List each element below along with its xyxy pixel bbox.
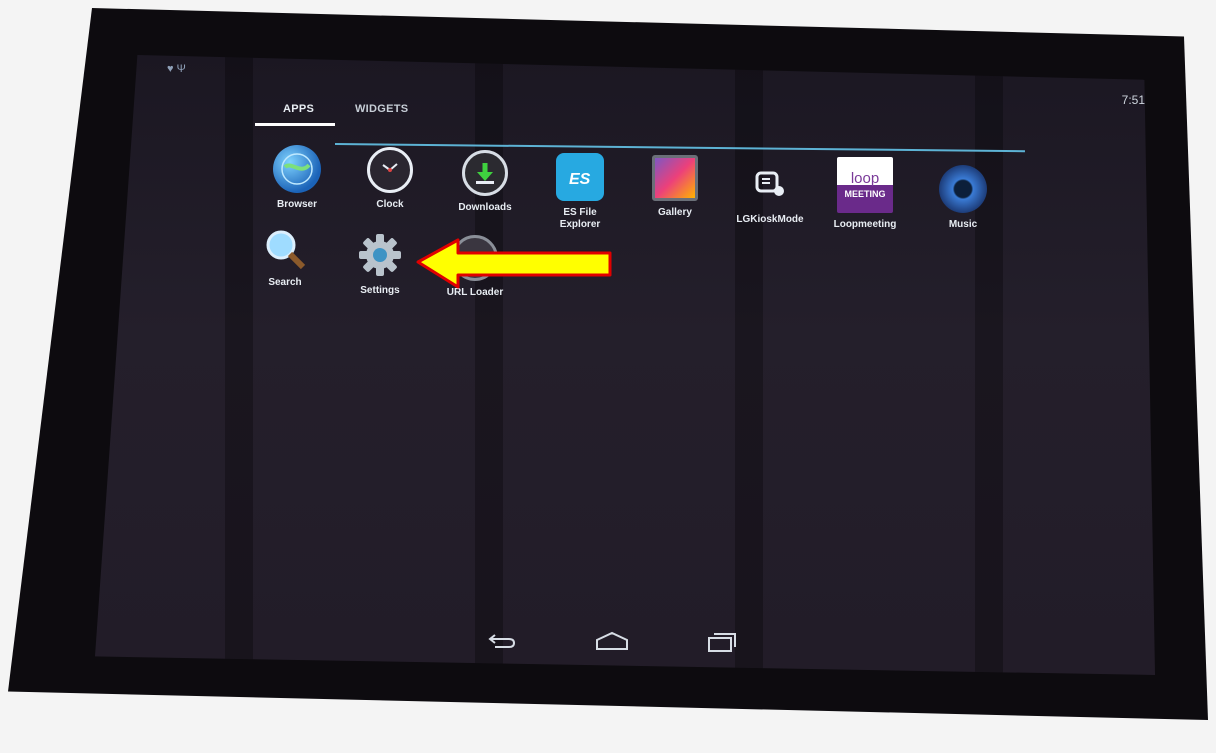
app-browser[interactable]: Browser xyxy=(252,145,342,211)
tab-divider xyxy=(334,143,1025,153)
reflection-stripe xyxy=(225,55,253,675)
app-label: Music xyxy=(948,219,978,230)
app-clock[interactable]: Clock xyxy=(345,147,435,211)
app-label: Clock xyxy=(376,199,404,210)
folder-icon: ES xyxy=(556,153,604,201)
app-downloads[interactable]: Downloads xyxy=(440,150,530,214)
app-label: Search xyxy=(268,277,302,288)
app-label: Downloads xyxy=(458,202,512,213)
recents-icon[interactable] xyxy=(707,631,737,659)
globe-icon xyxy=(273,145,321,193)
kiosk-icon xyxy=(746,160,794,208)
app-es-file-explorer[interactable]: ES ES File Explorer xyxy=(535,153,625,231)
tab-apps-indicator xyxy=(255,123,335,126)
app-loopmeeting[interactable]: loop MEETING Loopmeeting xyxy=(820,157,910,231)
app-label: ES File Explorer xyxy=(559,207,601,230)
reflection-stripe xyxy=(475,55,503,675)
app-settings[interactable]: Settings xyxy=(335,231,425,297)
app-label: LGKioskMode xyxy=(736,214,804,225)
app-label: Gallery xyxy=(658,207,692,218)
download-icon xyxy=(462,150,508,196)
tab-apps[interactable]: APPS xyxy=(283,103,314,115)
back-icon[interactable] xyxy=(487,631,517,657)
status-clock: 7:51 xyxy=(1121,93,1145,107)
annotation-arrow xyxy=(416,238,612,289)
svg-text:ES: ES xyxy=(569,171,591,188)
app-label: Settings xyxy=(360,285,400,296)
tab-widgets[interactable]: WIDGETS xyxy=(355,103,408,115)
app-label: Browser xyxy=(276,199,317,210)
home-icon[interactable] xyxy=(595,631,629,657)
clock-icon xyxy=(367,147,413,193)
app-search[interactable]: Search xyxy=(240,227,330,289)
tablet-screen: ♥ Ψ 7:51 APPS WIDGETS Browser Clock Down… xyxy=(95,55,1155,675)
loopmeeting-icon: loop MEETING xyxy=(837,157,893,213)
status-icons: ♥ Ψ xyxy=(167,63,186,75)
music-icon xyxy=(939,165,987,213)
app-lgkioskmode[interactable]: LGKioskMode xyxy=(725,160,815,226)
gear-icon xyxy=(356,231,404,279)
loop-logo-text: loop xyxy=(850,170,880,187)
app-label: Loopmeeting xyxy=(833,219,897,230)
app-gallery[interactable]: Gallery xyxy=(630,155,720,219)
gallery-icon xyxy=(652,155,698,201)
reflection-stripe xyxy=(975,55,1003,675)
search-icon xyxy=(263,227,307,271)
app-music[interactable]: Music xyxy=(918,165,1008,231)
meeting-logo-text: MEETING xyxy=(844,189,886,199)
